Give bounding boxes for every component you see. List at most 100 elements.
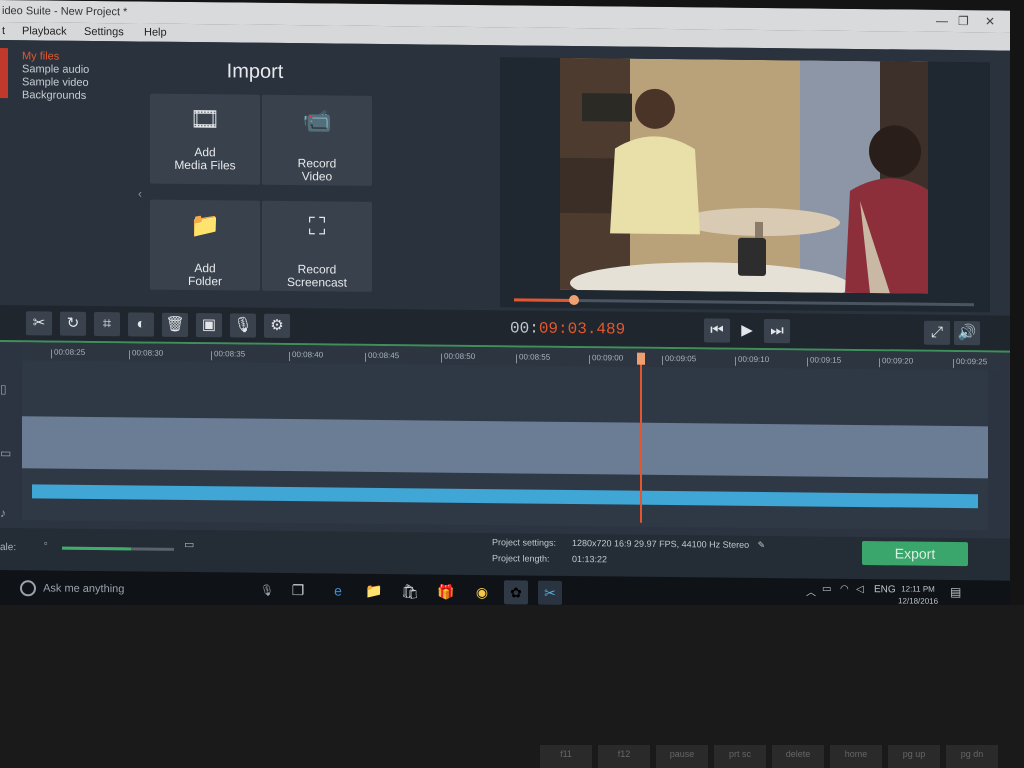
camera-icon: 📹 <box>302 107 332 135</box>
close-button[interactable]: ✕ <box>985 10 995 32</box>
sidebar-item-my-files[interactable]: My files <box>22 50 89 64</box>
key-f11: f11 <box>540 745 592 768</box>
gift-icon[interactable]: 🎁 <box>434 580 458 604</box>
notifications-icon[interactable]: ▤ <box>950 585 961 599</box>
image-icon[interactable]: ▣ <box>196 313 222 338</box>
project-length-label: Project length: <box>492 553 550 564</box>
tick-label: 00:08:55 <box>519 352 551 362</box>
tick-label: 00:08:45 <box>368 350 400 361</box>
import-title: Import <box>226 60 284 83</box>
play-icon[interactable]: ▶ <box>734 319 760 343</box>
export-button[interactable]: Export <box>862 541 968 567</box>
task-view-icon[interactable]: ❐ <box>286 578 310 602</box>
import-sidebar: My files Sample audio Sample video Backg… <box>22 50 89 103</box>
playhead-handle[interactable] <box>637 352 645 365</box>
search-placeholder: Ask me anything <box>43 582 125 596</box>
scissors-icon[interactable]: ✂ <box>26 311 52 336</box>
video-editor-icon[interactable]: ✂ <box>538 580 562 605</box>
volume-icon[interactable]: 🔊 <box>954 320 980 346</box>
timeline-tracks[interactable] <box>22 360 988 531</box>
skip-back-icon[interactable]: ⏮ <box>704 318 730 343</box>
laptop-bezel: f11 f12 pause prt sc delete home pg up p… <box>0 605 1024 768</box>
tick-label: 00:09:25 <box>956 357 988 367</box>
key-pause: pause <box>656 745 708 768</box>
project-length-value: 01:13:22 <box>572 553 608 565</box>
file-explorer-icon[interactable]: 📁 <box>362 579 386 603</box>
seek-handle[interactable] <box>568 294 579 306</box>
zoom-out-icon[interactable]: ▫ <box>44 538 48 549</box>
playhead[interactable] <box>640 352 642 523</box>
timecode-prefix: 00: <box>510 319 539 338</box>
edit-pencil-icon[interactable]: ✎ <box>758 540 766 550</box>
record-screencast-button[interactable]: ⛶ Record Screencast <box>262 200 372 292</box>
crop-icon[interactable]: ⌗ <box>94 311 120 337</box>
seek-progress <box>514 298 574 303</box>
color-adjust-icon[interactable]: ◐ <box>128 312 154 337</box>
key-pgdn: pg dn <box>946 745 998 768</box>
menu-help[interactable]: Help <box>144 24 167 42</box>
screencast-icon: ⛶ <box>308 213 326 241</box>
video-frame-image <box>560 57 928 294</box>
tile-label-line2: Video <box>301 169 333 184</box>
menu-playback[interactable]: Playback <box>22 22 67 40</box>
tile-label-line2: Media Files <box>174 157 236 173</box>
keyboard-row: f11 f12 pause prt sc delete home pg up p… <box>0 745 1024 768</box>
video-frame <box>560 57 928 294</box>
tick-label: 00:09:05 <box>665 353 697 364</box>
video-clip[interactable] <box>22 416 988 479</box>
zoom-label: ale: <box>0 542 17 554</box>
clock-time: 12:11 PM <box>901 584 935 594</box>
tick-label: 00:08:25 <box>54 347 86 357</box>
sidebar-item-backgrounds[interactable]: Backgrounds <box>22 89 89 103</box>
key-f12: f12 <box>598 745 650 768</box>
seek-bar[interactable] <box>514 294 974 307</box>
timecode-value: 09:03.489 <box>538 319 626 339</box>
film-music-icon: 🎞 <box>189 105 221 134</box>
folder-icon: 📁 <box>190 211 220 240</box>
microphone-icon[interactable]: 🎙 <box>230 313 256 338</box>
tile-label-line2: Folder <box>187 273 222 289</box>
player-panel <box>500 57 990 313</box>
search-box[interactable]: Ask me anything 🎙 <box>20 578 275 601</box>
project-settings: Project settings: 1280x720 16:9 29.97 FPS… <box>492 537 765 551</box>
add-folder-button[interactable]: 📁 Add Folder <box>150 199 260 291</box>
video-track-icon: ▭ <box>0 446 12 461</box>
cortana-icon <box>20 580 36 597</box>
show-hidden-icons[interactable]: ︿ <box>806 583 816 598</box>
wifi-icon[interactable]: ◠ <box>840 584 849 595</box>
menu-settings[interactable]: Settings <box>84 23 124 41</box>
zoom-slider[interactable] <box>62 546 174 551</box>
fullscreen-icon[interactable]: ⤢ <box>924 320 950 345</box>
key-delete: delete <box>772 745 824 768</box>
microphone-icon[interactable]: 🎙 <box>260 581 274 601</box>
window-title: ideo Suite - New Project * <box>2 5 128 19</box>
tick-label: 00:08:40 <box>292 350 324 360</box>
volume-tray-icon[interactable]: ◁ <box>856 584 864 595</box>
text-track-icon: ▯ <box>0 382 7 397</box>
movavi-icon[interactable]: ✿ <box>504 580 528 605</box>
tile-label-line2: Screencast <box>286 275 348 290</box>
edge-icon[interactable]: e <box>326 578 350 602</box>
chrome-icon[interactable]: ◉ <box>470 580 494 604</box>
add-media-files-button[interactable]: 🎞 Add Media Files <box>150 93 260 185</box>
store-icon[interactable]: 🛍 <box>398 579 422 603</box>
tick-label: 00:08:35 <box>214 349 246 359</box>
sidebar-item-sample-video[interactable]: Sample video <box>22 76 89 90</box>
skip-forward-icon[interactable]: ⏭ <box>764 319 790 344</box>
audio-clip[interactable] <box>32 484 978 509</box>
language-indicator[interactable]: ENG <box>874 584 896 595</box>
gear-icon[interactable]: ⚙ <box>264 313 290 339</box>
trash-icon[interactable]: 🗑 <box>162 312 188 337</box>
project-settings-label: Project settings: <box>492 537 557 548</box>
sidebar-item-sample-audio[interactable]: Sample audio <box>22 63 89 77</box>
record-video-button[interactable]: 📹 Record Video <box>262 94 372 186</box>
battery-icon[interactable]: ▭ <box>822 584 831 595</box>
collapse-sidebar-icon[interactable]: ‹ <box>138 186 142 200</box>
laptop-screen: ideo Suite - New Project * — ❐ ✕ t Playb… <box>0 0 1010 616</box>
menu-file[interactable]: t <box>2 22 5 40</box>
zoom-in-icon[interactable]: ▭ <box>184 538 194 551</box>
project-length: Project length: 01:13:22 <box>492 553 607 564</box>
rotate-icon[interactable]: ↻ <box>60 311 86 336</box>
minimize-button[interactable]: — <box>936 10 948 32</box>
maximize-button[interactable]: ❐ <box>958 10 969 32</box>
